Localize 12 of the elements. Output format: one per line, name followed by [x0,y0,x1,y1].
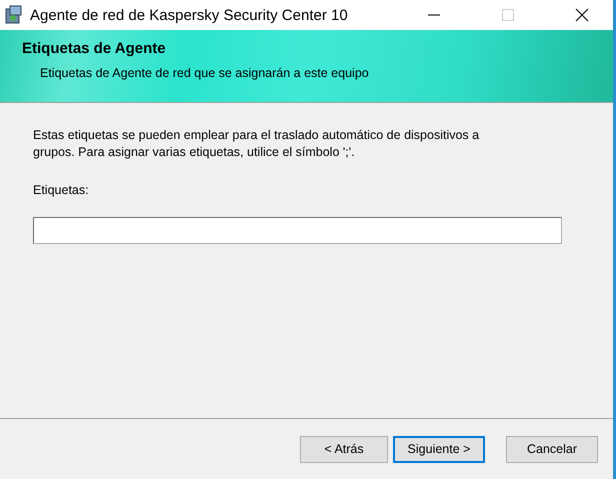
installer-icon [4,5,24,25]
description-text: Estas etiquetas se pueden emplear para el traslado automático de dispositivos a grupos. Para asignar varias etiquetas, utilice el símbolo ';'. [33,127,480,161]
maximize-icon [502,9,514,21]
dialog-button[interactable]: Cancelar [506,436,598,462]
dialog-button[interactable]: < Atrás [300,436,388,462]
page-subtitle: Etiquetas de Agente de red que se asignarán a este equipo [40,66,370,80]
tags-input-field[interactable] [33,217,562,244]
dialog-button[interactable]: Siguiente > [393,436,485,462]
page-title: Etiquetas de Agente [22,40,167,57]
window-title: Agente de red de Kaspersky Security Center 10 [30,6,349,24]
close-icon [575,8,589,22]
field-label: Etiquetas: [33,183,90,197]
